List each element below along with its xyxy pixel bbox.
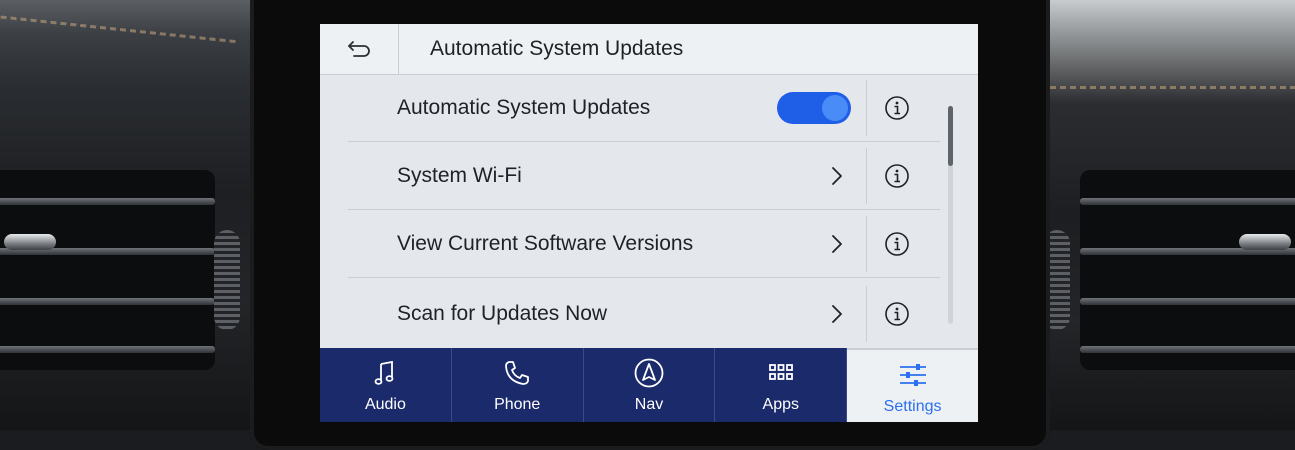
nav-navigation[interactable]: Nav: [584, 348, 716, 422]
row-label: View Current Software Versions: [397, 232, 694, 255]
music-note-icon: [374, 360, 394, 385]
info-icon[interactable]: [884, 231, 910, 257]
nav-apps[interactable]: Apps: [715, 348, 848, 422]
nav-label: Audio: [364, 396, 406, 413]
back-button[interactable]: [320, 24, 399, 74]
dashboard-left: [0, 0, 265, 430]
nav-settings[interactable]: Settings: [847, 348, 978, 422]
chevron-right-icon: [832, 235, 842, 253]
bottom-nav: Audio Phone Nav Apps Settings: [320, 348, 978, 422]
automatic-updates-toggle[interactable]: [777, 92, 851, 124]
scrollbar-thumb[interactable]: [948, 106, 953, 166]
air-vent-left: [0, 170, 215, 370]
page-title: Automatic System Updates: [430, 37, 684, 60]
info-icon[interactable]: [884, 301, 910, 327]
header-bar: Automatic System Updates: [320, 24, 978, 75]
phone-icon: [505, 361, 530, 385]
nav-phone[interactable]: Phone: [452, 348, 584, 422]
chevron-right-icon: [832, 167, 842, 185]
vent-dial-left: [214, 230, 240, 330]
navigation-icon: [634, 358, 664, 388]
nav-label: Nav: [634, 396, 664, 413]
info-icon[interactable]: [884, 95, 910, 121]
row-system-wifi[interactable]: System Wi-Fi: [320, 142, 940, 210]
nav-label: Settings: [883, 398, 942, 415]
dashboard-right: [1040, 0, 1295, 430]
row-label: Scan for Updates Now: [397, 302, 608, 325]
infotainment-screen: Automatic System Updates Automatic Syste…: [320, 24, 978, 422]
row-automatic-system-updates[interactable]: Automatic System Updates: [320, 74, 940, 142]
row-label: Automatic System Updates: [397, 96, 651, 119]
info-icon[interactable]: [884, 163, 910, 189]
settings-sliders-icon: [899, 364, 926, 386]
chevron-right-icon: [832, 305, 842, 323]
row-label: System Wi-Fi: [397, 164, 522, 187]
nav-label: Phone: [494, 396, 541, 413]
row-scan-for-updates[interactable]: Scan for Updates Now: [320, 280, 940, 348]
row-view-software-versions[interactable]: View Current Software Versions: [320, 210, 940, 278]
nav-label: Apps: [762, 396, 800, 413]
apps-grid-icon: [768, 364, 793, 380]
air-vent-right: [1080, 170, 1295, 370]
settings-list: Automatic System Updates System Wi-Fi Vi…: [320, 74, 978, 348]
toggle-knob: [822, 95, 848, 121]
nav-audio[interactable]: Audio: [320, 348, 452, 422]
back-arrow-icon: [348, 41, 370, 57]
